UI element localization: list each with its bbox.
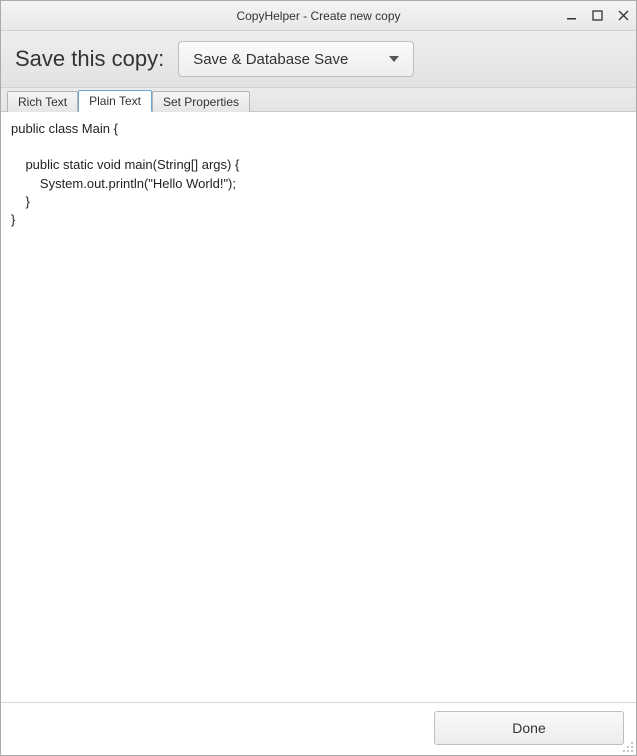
window: CopyHelper - Create new copy Save this c… <box>0 0 637 756</box>
chevron-down-icon <box>389 56 399 62</box>
titlebar: CopyHelper - Create new copy <box>1 1 636 31</box>
minimize-icon[interactable] <box>564 9 578 23</box>
footer: Done <box>1 702 636 755</box>
window-controls <box>564 1 630 30</box>
close-icon[interactable] <box>616 9 630 23</box>
maximize-icon[interactable] <box>590 9 604 23</box>
save-mode-value: Save & Database Save <box>193 51 348 68</box>
done-button[interactable]: Done <box>434 711 624 745</box>
tab-set-properties[interactable]: Set Properties <box>152 91 250 112</box>
window-title: CopyHelper - Create new copy <box>236 9 400 23</box>
resize-grip-icon[interactable] <box>622 741 634 753</box>
tab-plain-text[interactable]: Plain Text <box>78 90 152 112</box>
save-mode-dropdown[interactable]: Save & Database Save <box>178 41 414 77</box>
tab-rich-text[interactable]: Rich Text <box>7 91 78 112</box>
save-mode-label: Save this copy: <box>15 46 164 72</box>
tabs: Rich Text Plain Text Set Properties <box>1 88 636 112</box>
toolbar: Save this copy: Save & Database Save <box>1 31 636 88</box>
editor-plain-text[interactable]: public class Main { public static void m… <box>1 112 636 702</box>
